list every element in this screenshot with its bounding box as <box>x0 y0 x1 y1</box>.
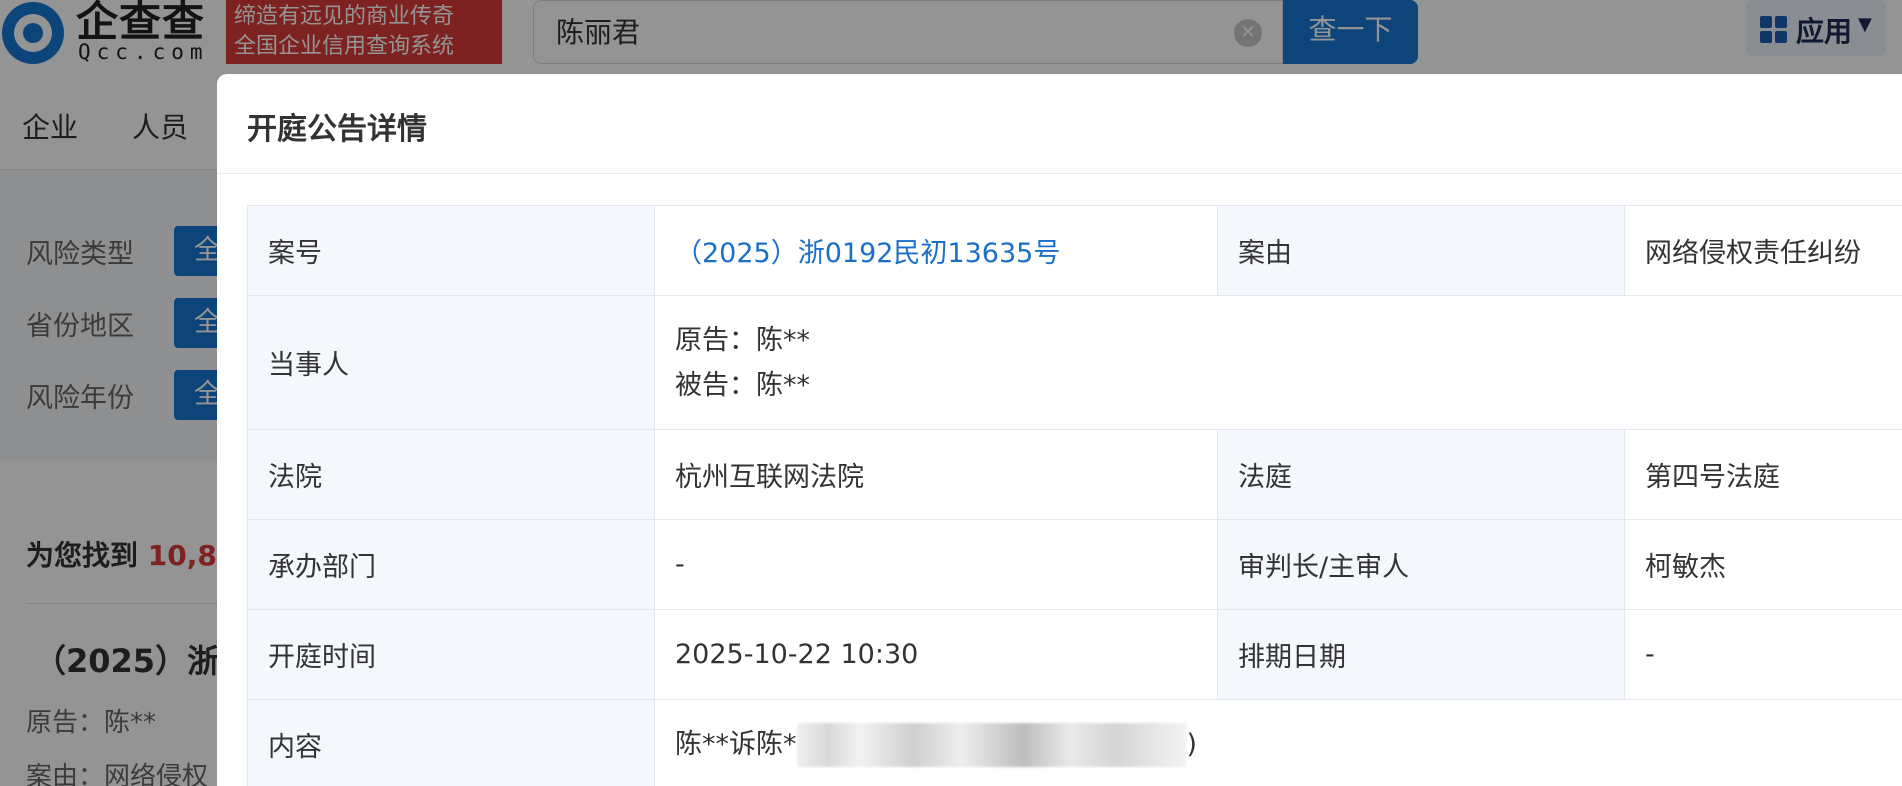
content-prefix: 陈**诉陈* <box>675 728 797 760</box>
dept-value: - <box>654 519 1218 610</box>
hearing-notice-modal: 开庭公告详情 案号 （2025）浙0192民初13635号 案由 网络侵权责任纠… <box>217 74 1902 786</box>
defendant-text: 被告：陈** <box>675 369 810 401</box>
table-row: 承办部门 - 审判长/主审人 柯敏杰 <box>247 519 1902 610</box>
modal-title: 开庭公告详情 <box>247 112 427 147</box>
hearing-time-label: 开庭时间 <box>247 609 655 700</box>
hearing-time-value: 2025-10-22 10:30 <box>654 609 1218 700</box>
plaintiff-text: 原告：陈** <box>675 324 810 356</box>
judge-value: 柯敏杰 <box>1624 519 1902 610</box>
content-suffix: ) <box>1186 728 1198 760</box>
court-label: 法院 <box>247 429 655 520</box>
cause-value: 网络侵权责任纠纷 <box>1624 205 1902 296</box>
table-row: 内容 陈**诉陈*) <box>247 699 1902 786</box>
dept-label: 承办部门 <box>247 519 655 610</box>
redaction-blur <box>796 723 1187 768</box>
schedule-date-value: - <box>1624 609 1902 700</box>
court-value: 杭州互联网法院 <box>654 429 1218 520</box>
modal-header: 开庭公告详情 <box>217 74 1902 174</box>
parties-label: 当事人 <box>247 295 655 430</box>
schedule-date-label: 排期日期 <box>1217 609 1625 700</box>
content-label: 内容 <box>247 699 655 786</box>
detail-table: 案号 （2025）浙0192民初13635号 案由 网络侵权责任纠纷 当事人 原… <box>247 205 1902 786</box>
table-row: 当事人 原告：陈** 被告：陈** <box>247 295 1902 430</box>
case-no-label: 案号 <box>247 205 655 296</box>
case-no-link[interactable]: （2025）浙0192民初13635号 <box>654 205 1218 296</box>
cause-label: 案由 <box>1217 205 1625 296</box>
tribunal-label: 法庭 <box>1217 429 1625 520</box>
judge-label: 审判长/主审人 <box>1217 519 1625 610</box>
content-value: 陈**诉陈*) <box>654 699 1902 786</box>
table-row: 案号 （2025）浙0192民初13635号 案由 网络侵权责任纠纷 <box>247 205 1902 296</box>
table-row: 法院 杭州互联网法院 法庭 第四号法庭 <box>247 429 1902 520</box>
tribunal-value: 第四号法庭 <box>1624 429 1902 520</box>
parties-value: 原告：陈** 被告：陈** <box>654 295 1902 430</box>
table-row: 开庭时间 2025-10-22 10:30 排期日期 - <box>247 609 1902 700</box>
